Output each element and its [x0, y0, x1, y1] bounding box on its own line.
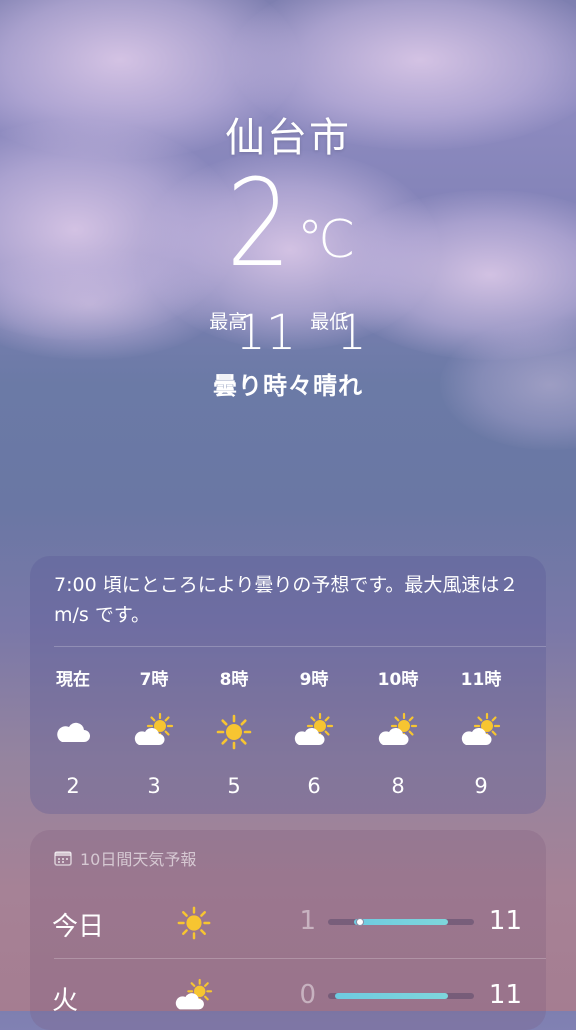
- hour-temperature: 9: [474, 774, 488, 798]
- partly-sunny-icon: [175, 978, 213, 1020]
- cloud-icon: [43, 712, 103, 752]
- low-temperature: 1: [336, 305, 367, 361]
- current-temperature: 2 ℃: [0, 160, 576, 290]
- day-label: 今日: [52, 912, 105, 942]
- temperature-range-fill: [335, 993, 448, 999]
- hour-time: 10時: [377, 670, 419, 690]
- hour-time: 9時: [299, 670, 329, 690]
- hour-item: 11時 9: [451, 668, 511, 798]
- hourly-forecast-card[interactable]: 7:00 頃にところにより曇りの予想です。最大風速は２m/s です。 現在 2 7…: [30, 556, 546, 814]
- divider: [54, 646, 546, 647]
- daily-row[interactable]: 火 0 11: [30, 966, 546, 1026]
- hour-time: 7時: [139, 670, 169, 690]
- city-name: 仙台市: [225, 115, 351, 161]
- temperature-value: 2: [226, 155, 291, 294]
- high-label: 最高: [209, 311, 248, 333]
- high-temperature: 11: [235, 305, 297, 361]
- hour-item: 7時 3: [124, 668, 184, 798]
- ten-day-header-label: 10日間天気予報: [80, 850, 197, 869]
- daily-row[interactable]: 今日 1 11: [30, 892, 546, 952]
- hour-temperature: 8: [391, 774, 405, 798]
- hour-item: 現在 2: [43, 668, 103, 798]
- temperature-range-bar: [328, 918, 474, 926]
- weather-condition: 曇り時々晴れ: [213, 372, 363, 400]
- day-high-temperature: 11: [488, 980, 522, 1010]
- hour-time: 11時: [460, 670, 502, 690]
- calendar-icon: [54, 851, 72, 866]
- hour-time: 8時: [219, 670, 249, 690]
- sun-icon: [204, 712, 264, 752]
- hour-temperature: 2: [66, 774, 80, 798]
- hour-temperature: 3: [147, 774, 161, 798]
- high-low-temperatures: 最高11 最低1: [0, 308, 576, 358]
- hour-temperature: 6: [307, 774, 321, 798]
- temperature-unit: ℃: [296, 210, 356, 270]
- partly-sunny-icon: [124, 712, 184, 752]
- hour-temperature: 5: [227, 774, 241, 798]
- low-label: 最低: [310, 311, 349, 333]
- hour-item: 9時 6: [284, 668, 344, 798]
- hour-time: 現在: [56, 670, 90, 690]
- hour-item: 10時 8: [368, 668, 428, 798]
- temperature-range-bar: [328, 993, 474, 999]
- hour-item: 8時 5: [204, 668, 264, 798]
- temperature-range-fill: [354, 919, 448, 925]
- sun-icon: [175, 904, 213, 946]
- day-label: 火: [52, 986, 79, 1016]
- partly-sunny-icon: [368, 712, 428, 752]
- forecast-summary: 7:00 頃にところにより曇りの予想です。最大風速は２m/s です。: [54, 574, 519, 626]
- day-low-temperature: 0: [299, 980, 316, 1010]
- day-low-temperature: 1: [299, 906, 316, 936]
- hourly-scroll[interactable]: 現在 2 7時 3 8時 5 9時 6 10時 8 11時 9: [30, 668, 546, 808]
- partly-sunny-icon: [284, 712, 344, 752]
- day-high-temperature: 11: [488, 906, 522, 936]
- partly-sunny-icon: [451, 712, 511, 752]
- ten-day-forecast-card[interactable]: 10日間天気予報 今日 1 11 火 0 11: [30, 830, 546, 1030]
- divider: [54, 958, 546, 959]
- ten-day-header: 10日間天気予報: [54, 846, 196, 870]
